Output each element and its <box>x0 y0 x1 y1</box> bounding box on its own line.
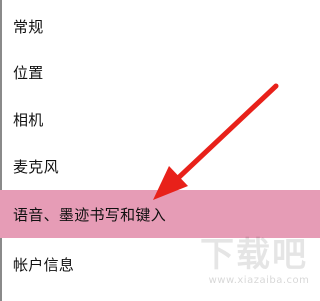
nav-item-label: 位置 <box>13 63 44 82</box>
nav-item-microphone[interactable]: 麦克风 <box>0 142 320 190</box>
privacy-settings-panel: 常规 位置 相机 麦克风 语音、墨迹书写和键入 帐户信息 下载吧 www.xia… <box>0 0 320 301</box>
nav-item-label: 语音、墨迹书写和键入 <box>13 205 167 224</box>
watermark-logo: 下载吧 <box>200 235 308 275</box>
nav-item-label: 帐户信息 <box>13 255 75 274</box>
nav-item-camera[interactable]: 相机 <box>0 95 320 143</box>
site-watermark: 下载吧 www.xiazaiba.com <box>200 238 318 300</box>
nav-item-general[interactable]: 常规 <box>0 2 320 50</box>
nav-item-label: 麦克风 <box>13 157 59 176</box>
nav-item-label: 常规 <box>13 17 44 36</box>
nav-item-label: 相机 <box>13 110 44 129</box>
watermark-url: www.xiazaiba.com <box>208 275 310 286</box>
nav-item-location[interactable]: 位置 <box>0 48 320 96</box>
nav-item-speech-inking-typing[interactable]: 语音、墨迹书写和键入 <box>0 190 320 238</box>
